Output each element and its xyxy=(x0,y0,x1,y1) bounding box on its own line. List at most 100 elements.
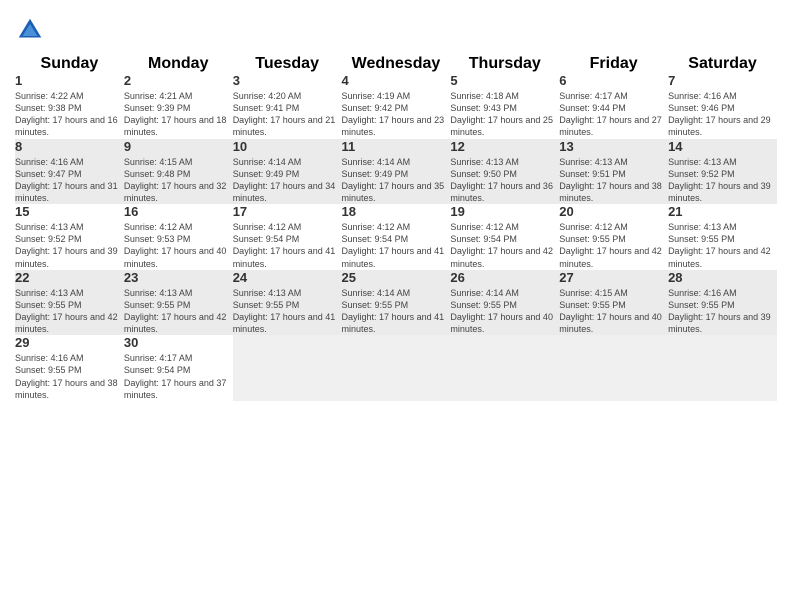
day-info: Sunrise: 4:12 AM Sunset: 9:54 PM Dayligh… xyxy=(342,221,451,270)
calendar-cell xyxy=(342,335,451,401)
day-number: 4 xyxy=(342,73,451,88)
calendar-cell xyxy=(668,335,777,401)
day-info: Sunrise: 4:13 AM Sunset: 9:55 PM Dayligh… xyxy=(233,287,342,336)
calendar-cell: 29 Sunrise: 4:16 AM Sunset: 9:55 PM Dayli… xyxy=(15,335,124,401)
day-info: Sunrise: 4:13 AM Sunset: 9:55 PM Dayligh… xyxy=(124,287,233,336)
calendar-week-row: 8 Sunrise: 4:16 AM Sunset: 9:47 PM Daylig… xyxy=(15,139,777,205)
calendar-cell: 23 Sunrise: 4:13 AM Sunset: 9:55 PM Dayli… xyxy=(124,270,233,336)
day-info: Sunrise: 4:20 AM Sunset: 9:41 PM Dayligh… xyxy=(233,90,342,139)
calendar-table: SundayMondayTuesdayWednesdayThursdayFrid… xyxy=(15,55,777,401)
day-info: Sunrise: 4:16 AM Sunset: 9:55 PM Dayligh… xyxy=(15,352,124,401)
day-number: 1 xyxy=(15,73,124,88)
day-info: Sunrise: 4:14 AM Sunset: 9:55 PM Dayligh… xyxy=(342,287,451,336)
day-info: Sunrise: 4:13 AM Sunset: 9:50 PM Dayligh… xyxy=(450,156,559,205)
weekday-row: SundayMondayTuesdayWednesdayThursdayFrid… xyxy=(15,55,777,73)
day-number: 11 xyxy=(342,139,451,154)
day-number: 21 xyxy=(668,204,777,219)
weekday-saturday: Saturday xyxy=(668,55,777,73)
weekday-tuesday: Tuesday xyxy=(233,55,342,73)
calendar-body: 1 Sunrise: 4:22 AM Sunset: 9:38 PM Daylig… xyxy=(15,73,777,401)
day-number: 3 xyxy=(233,73,342,88)
calendar-cell xyxy=(559,335,668,401)
calendar-cell: 14 Sunrise: 4:13 AM Sunset: 9:52 PM Dayli… xyxy=(668,139,777,205)
day-number: 23 xyxy=(124,270,233,285)
day-info: Sunrise: 4:13 AM Sunset: 9:55 PM Dayligh… xyxy=(668,221,777,270)
calendar-cell: 28 Sunrise: 4:16 AM Sunset: 9:55 PM Dayli… xyxy=(668,270,777,336)
calendar-cell: 19 Sunrise: 4:12 AM Sunset: 9:54 PM Dayli… xyxy=(450,204,559,270)
day-number: 27 xyxy=(559,270,668,285)
weekday-wednesday: Wednesday xyxy=(342,55,451,73)
day-info: Sunrise: 4:15 AM Sunset: 9:55 PM Dayligh… xyxy=(559,287,668,336)
calendar-cell: 22 Sunrise: 4:13 AM Sunset: 9:55 PM Dayli… xyxy=(15,270,124,336)
weekday-sunday: Sunday xyxy=(15,55,124,73)
day-info: Sunrise: 4:14 AM Sunset: 9:49 PM Dayligh… xyxy=(233,156,342,205)
day-number: 16 xyxy=(124,204,233,219)
header xyxy=(15,15,777,45)
calendar-cell: 2 Sunrise: 4:21 AM Sunset: 9:39 PM Daylig… xyxy=(124,73,233,139)
day-info: Sunrise: 4:12 AM Sunset: 9:54 PM Dayligh… xyxy=(233,221,342,270)
day-info: Sunrise: 4:16 AM Sunset: 9:46 PM Dayligh… xyxy=(668,90,777,139)
day-info: Sunrise: 4:17 AM Sunset: 9:54 PM Dayligh… xyxy=(124,352,233,401)
day-number: 18 xyxy=(342,204,451,219)
logo-icon xyxy=(15,15,45,45)
day-number: 10 xyxy=(233,139,342,154)
day-number: 26 xyxy=(450,270,559,285)
calendar-cell: 16 Sunrise: 4:12 AM Sunset: 9:53 PM Dayli… xyxy=(124,204,233,270)
calendar-cell: 24 Sunrise: 4:13 AM Sunset: 9:55 PM Dayli… xyxy=(233,270,342,336)
day-info: Sunrise: 4:13 AM Sunset: 9:52 PM Dayligh… xyxy=(15,221,124,270)
day-number: 14 xyxy=(668,139,777,154)
day-number: 19 xyxy=(450,204,559,219)
calendar-cell: 9 Sunrise: 4:15 AM Sunset: 9:48 PM Daylig… xyxy=(124,139,233,205)
weekday-friday: Friday xyxy=(559,55,668,73)
day-number: 25 xyxy=(342,270,451,285)
day-number: 24 xyxy=(233,270,342,285)
calendar-cell: 18 Sunrise: 4:12 AM Sunset: 9:54 PM Dayli… xyxy=(342,204,451,270)
day-number: 9 xyxy=(124,139,233,154)
day-info: Sunrise: 4:16 AM Sunset: 9:47 PM Dayligh… xyxy=(15,156,124,205)
day-info: Sunrise: 4:14 AM Sunset: 9:49 PM Dayligh… xyxy=(342,156,451,205)
day-info: Sunrise: 4:13 AM Sunset: 9:55 PM Dayligh… xyxy=(15,287,124,336)
day-number: 5 xyxy=(450,73,559,88)
day-number: 20 xyxy=(559,204,668,219)
calendar-cell: 11 Sunrise: 4:14 AM Sunset: 9:49 PM Dayli… xyxy=(342,139,451,205)
calendar-cell: 7 Sunrise: 4:16 AM Sunset: 9:46 PM Daylig… xyxy=(668,73,777,139)
calendar-header: SundayMondayTuesdayWednesdayThursdayFrid… xyxy=(15,55,777,73)
calendar-week-row: 22Sunrise: 4:13 AM Sunset: 9:55 PM Dayli… xyxy=(15,270,777,336)
day-number: 15 xyxy=(15,204,124,219)
calendar-cell: 26Sunrise: 4:14 AM Sunset: 9:55 PM Dayli… xyxy=(450,270,559,336)
calendar-cell: 10 Sunrise: 4:14 AM Sunset: 9:49 PM Dayli… xyxy=(233,139,342,205)
day-info: Sunrise: 4:15 AM Sunset: 9:48 PM Dayligh… xyxy=(124,156,233,205)
calendar-week-row: 29 Sunrise: 4:16 AM Sunset: 9:55 PM Dayli… xyxy=(15,335,777,401)
day-number: 28 xyxy=(668,270,777,285)
calendar-cell: 6Sunrise: 4:17 AM Sunset: 9:44 PM Daylig… xyxy=(559,73,668,139)
day-number: 12 xyxy=(450,139,559,154)
day-info: Sunrise: 4:19 AM Sunset: 9:42 PM Dayligh… xyxy=(342,90,451,139)
calendar-cell: 3 Sunrise: 4:20 AM Sunset: 9:41 PM Daylig… xyxy=(233,73,342,139)
day-info: Sunrise: 4:16 AM Sunset: 9:55 PM Dayligh… xyxy=(668,287,777,336)
day-info: Sunrise: 4:22 AM Sunset: 9:38 PM Dayligh… xyxy=(15,90,124,139)
day-info: Sunrise: 4:12 AM Sunset: 9:55 PM Dayligh… xyxy=(559,221,668,270)
calendar-cell xyxy=(233,335,342,401)
day-number: 6 xyxy=(559,73,668,88)
day-info: Sunrise: 4:21 AM Sunset: 9:39 PM Dayligh… xyxy=(124,90,233,139)
day-info: Sunrise: 4:12 AM Sunset: 9:54 PM Dayligh… xyxy=(450,221,559,270)
calendar-cell: 8 Sunrise: 4:16 AM Sunset: 9:47 PM Daylig… xyxy=(15,139,124,205)
calendar-week-row: 1 Sunrise: 4:22 AM Sunset: 9:38 PM Daylig… xyxy=(15,73,777,139)
calendar-cell: 15 Sunrise: 4:13 AM Sunset: 9:52 PM Dayli… xyxy=(15,204,124,270)
day-number: 22 xyxy=(15,270,124,285)
calendar-week-row: 15 Sunrise: 4:13 AM Sunset: 9:52 PM Dayli… xyxy=(15,204,777,270)
calendar-cell: 30Sunrise: 4:17 AM Sunset: 9:54 PM Dayli… xyxy=(124,335,233,401)
calendar-cell: 13Sunrise: 4:13 AM Sunset: 9:51 PM Dayli… xyxy=(559,139,668,205)
weekday-thursday: Thursday xyxy=(450,55,559,73)
day-info: Sunrise: 4:13 AM Sunset: 9:52 PM Dayligh… xyxy=(668,156,777,205)
day-info: Sunrise: 4:18 AM Sunset: 9:43 PM Dayligh… xyxy=(450,90,559,139)
day-info: Sunrise: 4:12 AM Sunset: 9:53 PM Dayligh… xyxy=(124,221,233,270)
day-number: 7 xyxy=(668,73,777,88)
day-number: 29 xyxy=(15,335,124,350)
day-number: 2 xyxy=(124,73,233,88)
calendar-cell: 4 Sunrise: 4:19 AM Sunset: 9:42 PM Daylig… xyxy=(342,73,451,139)
calendar-cell: 25 Sunrise: 4:14 AM Sunset: 9:55 PM Dayli… xyxy=(342,270,451,336)
calendar-cell: 5 Sunrise: 4:18 AM Sunset: 9:43 PM Daylig… xyxy=(450,73,559,139)
calendar-cell xyxy=(450,335,559,401)
day-number: 8 xyxy=(15,139,124,154)
